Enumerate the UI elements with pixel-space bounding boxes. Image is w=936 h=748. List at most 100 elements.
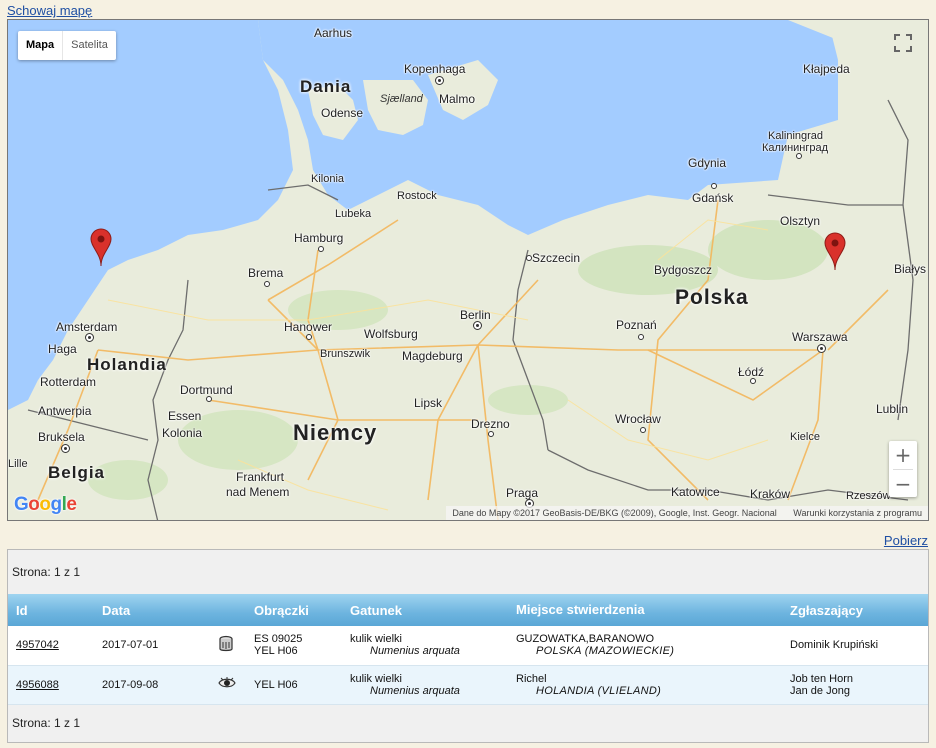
city-label: nad Menem <box>226 485 290 499</box>
city-dot <box>435 76 444 85</box>
city-label: Калининград <box>762 142 829 154</box>
header-place[interactable]: Miejsce stwierdzenia <box>508 594 782 626</box>
cell-rings: ES 09025 YEL H06 <box>246 626 342 666</box>
country-label-holandia: Holandia <box>87 355 167 374</box>
species-latin: Numenius arquata <box>370 684 460 697</box>
city-label: Odense <box>321 106 364 120</box>
city-dot <box>61 444 70 453</box>
attribution-text: Dane do Mapy ©2017 GeoBasis-DE/BKG (©200… <box>452 508 777 518</box>
location-marker[interactable] <box>824 232 846 272</box>
country-label-belgia: Belgia <box>48 463 106 482</box>
city-dot <box>85 333 94 342</box>
city-label: Dortmund <box>180 383 233 397</box>
map-type-control: Mapa Satelita <box>18 31 116 60</box>
country-label-dania: Dania <box>300 77 352 96</box>
city-label: Kilonia <box>311 173 345 185</box>
record-id-link[interactable]: 4956088 <box>16 679 59 691</box>
city-dot <box>638 334 644 340</box>
city-label: Malmo <box>439 92 476 106</box>
cell-place: Richel HOLANDIA (VLIELAND) <box>508 665 782 705</box>
city-dot <box>306 334 312 340</box>
record-id-link[interactable]: 4957042 <box>16 639 59 651</box>
fullscreen-icon[interactable] <box>894 34 912 52</box>
google-logo[interactable]: Google <box>14 494 77 516</box>
header-id[interactable]: Id <box>8 594 94 626</box>
results-panel: Strona: 1 z 1 Id Data Obrączki Gatunek M… <box>7 549 929 743</box>
eye-icon <box>218 677 236 688</box>
city-label: Kraków <box>750 487 791 501</box>
cell-species: kulik wielki Numenius arquata <box>342 626 508 666</box>
map-type-satellite[interactable]: Satelita <box>62 31 116 60</box>
city-label: Kłajpeda <box>803 62 850 76</box>
city-label: Białys <box>894 262 927 276</box>
city-label: Lille <box>8 458 28 470</box>
header-icon <box>210 594 246 626</box>
place-region: POLSKA (MAZOWIECKIE) <box>536 645 675 658</box>
header-date[interactable]: Data <box>94 594 210 626</box>
place-name: GUZOWATKA,BARANOWO <box>516 633 655 646</box>
cell-reporter: Job ten Horn Jan de Jong <box>782 665 928 705</box>
city-label: Kielce <box>790 431 820 443</box>
city-label: Frankfurt <box>236 470 285 484</box>
header-rings[interactable]: Obrączki <box>246 594 342 626</box>
cell-id: 4956088 <box>8 665 94 705</box>
city-label: Wolfsburg <box>364 327 418 341</box>
city-dot <box>750 378 756 384</box>
ring-icon <box>219 635 233 651</box>
map-type-map[interactable]: Mapa <box>18 31 62 60</box>
city-dot <box>711 183 717 189</box>
city-label: Gdańsk <box>692 191 734 205</box>
city-label: Drezno <box>471 417 510 431</box>
table-header-row: Id Data Obrączki Gatunek Miejsce stwierd… <box>8 594 928 626</box>
city-label: Hamburg <box>294 231 344 245</box>
place-name: Richel <box>516 672 547 685</box>
city-label: Kopenhaga <box>404 62 466 76</box>
city-dot <box>473 321 482 330</box>
city-label: Aarhus <box>314 26 353 40</box>
cell-rings: YEL H06 <box>246 665 342 705</box>
header-reporter[interactable]: Zgłaszający <box>782 594 928 626</box>
cell-icon <box>210 665 246 705</box>
species-name: kulik wielki <box>350 633 402 646</box>
cell-icon <box>210 626 246 666</box>
zoom-out-button[interactable]: − <box>889 470 917 498</box>
city-label: Warszawa <box>792 330 848 344</box>
table-row: 4957042 2017-07-01 ES 09025 YEL H06 kuli… <box>8 626 928 666</box>
species-name: kulik wielki <box>350 672 402 685</box>
species-latin: Numenius arquata <box>370 645 460 658</box>
table-row: 4956088 2017-09-08 YEL H06 kulik wielki … <box>8 665 928 705</box>
city-label: Rzeszów <box>846 490 891 502</box>
city-label: Rotterdam <box>40 375 97 389</box>
city-label: Hanower <box>284 320 333 334</box>
city-label: Essen <box>168 409 202 423</box>
location-marker[interactable] <box>90 228 112 268</box>
download-link[interactable]: Pobierz <box>884 533 928 548</box>
city-label: Brunszwik <box>320 348 371 360</box>
header-species[interactable]: Gatunek <box>342 594 508 626</box>
country-label-niemcy: Niemcy <box>293 420 378 445</box>
reporter-name: Jan de Jong <box>790 684 850 697</box>
map-attribution: Dane do Mapy ©2017 GeoBasis-DE/BKG (©200… <box>446 506 928 520</box>
city-label: Bruksela <box>38 430 85 444</box>
city-label: Berlin <box>460 308 491 322</box>
city-dot <box>264 281 270 287</box>
cell-place: GUZOWATKA,BARANOWO POLSKA (MAZOWIECKIE) <box>508 626 782 666</box>
reporter-name: Job ten Horn <box>790 672 853 685</box>
zoom-in-button[interactable]: + <box>889 441 917 469</box>
city-label: Lubeka <box>335 208 372 220</box>
terms-link[interactable]: Warunki korzystania z programu <box>793 508 922 518</box>
city-label: Brema <box>248 266 284 280</box>
cell-date: 2017-07-01 <box>94 626 210 666</box>
map[interactable]: Dania Holandia Niemcy Polska Belgia Aarh… <box>7 19 929 521</box>
city-label: Antwerpia <box>38 404 92 418</box>
cell-id: 4957042 <box>8 626 94 666</box>
city-label: Wrocław <box>615 412 661 426</box>
city-label: Gdynia <box>688 156 727 170</box>
results-table: Id Data Obrączki Gatunek Miejsce stwierd… <box>8 594 928 705</box>
cell-species: kulik wielki Numenius arquata <box>342 665 508 705</box>
city-label: Lublin <box>876 402 909 416</box>
city-label: Poznań <box>616 318 657 332</box>
hide-map-link[interactable]: Schowaj mapę <box>7 3 92 18</box>
cell-reporter: Dominik Krupiński <box>782 626 928 666</box>
city-dot <box>796 153 802 159</box>
